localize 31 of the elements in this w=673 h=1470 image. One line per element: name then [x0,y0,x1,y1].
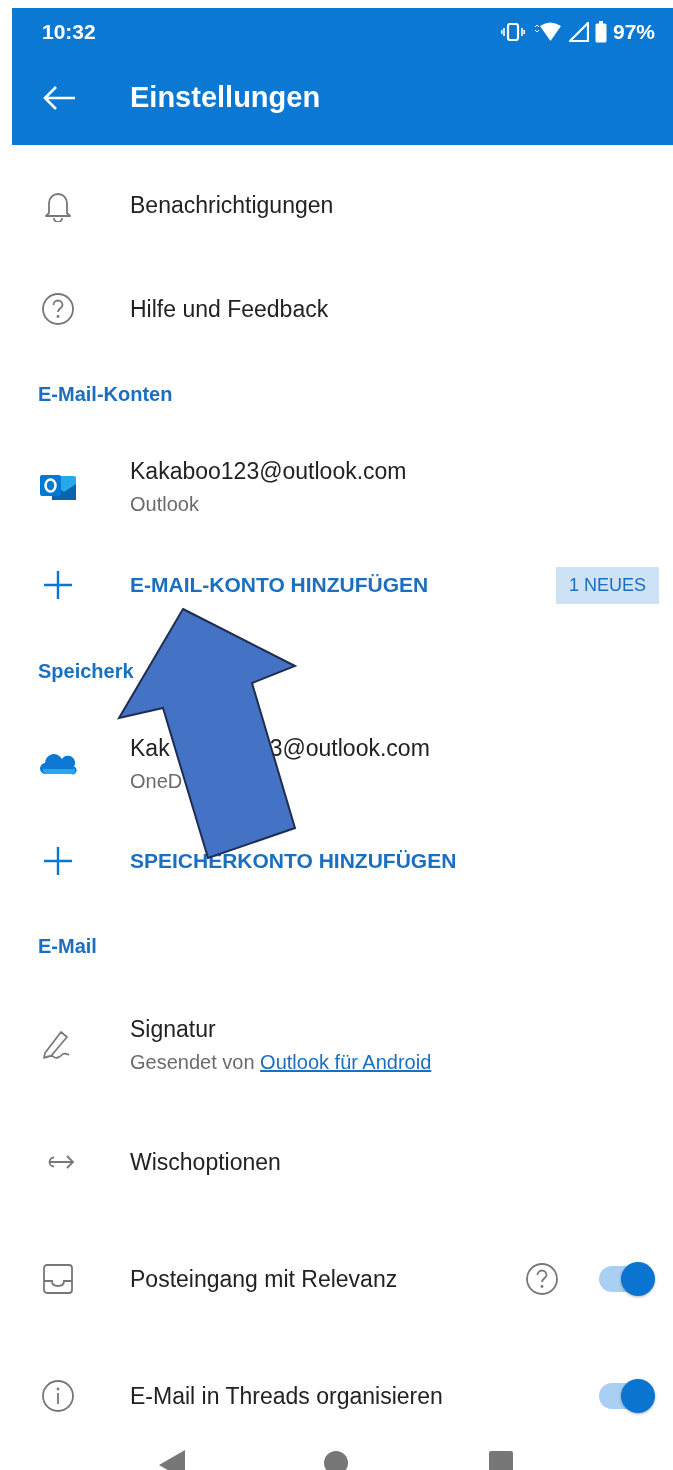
settings-item[interactable]: Benachrichtigungen [130,191,334,219]
wifi-icon [532,22,563,42]
section-heading: Speicherk [38,659,134,683]
signature-link[interactable]: Outlook für Android [260,1051,432,1073]
account-email[interactable]: 3@outlook.com [269,735,430,762]
add-storage-link[interactable]: SPEICHERKONTO HINZUFÜGEN [130,849,457,873]
screen-title: Einstellungen [130,81,321,114]
status-time: 10:32 [42,20,96,44]
back-arrow-icon[interactable] [42,84,76,111]
add-account-link[interactable]: E-MAIL-KONTO HINZUFÜGEN [130,573,429,597]
settings-item: Posteingang mit Relevanz [130,1265,398,1293]
vibrate-icon [500,23,525,41]
new-count-badge: 1 NEUES [555,566,659,604]
signature-text: Gesendet von Outlook für Android [130,1051,432,1074]
section-heading: E-Mail-Konten [38,382,173,406]
battery-icon [594,21,607,43]
battery-percentage: 97% [612,20,655,44]
settings-item[interactable]: Signatur [130,1016,432,1043]
nav-recents-icon[interactable] [487,1450,514,1470]
settings-item[interactable]: Wischoptionen [130,1148,281,1176]
account-type: OneD [130,770,184,793]
settings-item: E-Mail in Threads organisieren [130,1382,443,1410]
settings-item[interactable]: Hilfe und Feedback [130,295,329,323]
signal-icon [568,22,589,42]
nav-home-icon[interactable] [323,1450,350,1470]
account-email[interactable]: Kakaboo123@outlook.com [130,458,407,485]
account-email[interactable]: Kak [130,735,170,762]
section-heading: E-Mail [38,934,97,958]
account-type: Outlook [130,493,200,516]
cloud-icon [38,753,78,775]
help-icon[interactable] [525,1262,559,1296]
